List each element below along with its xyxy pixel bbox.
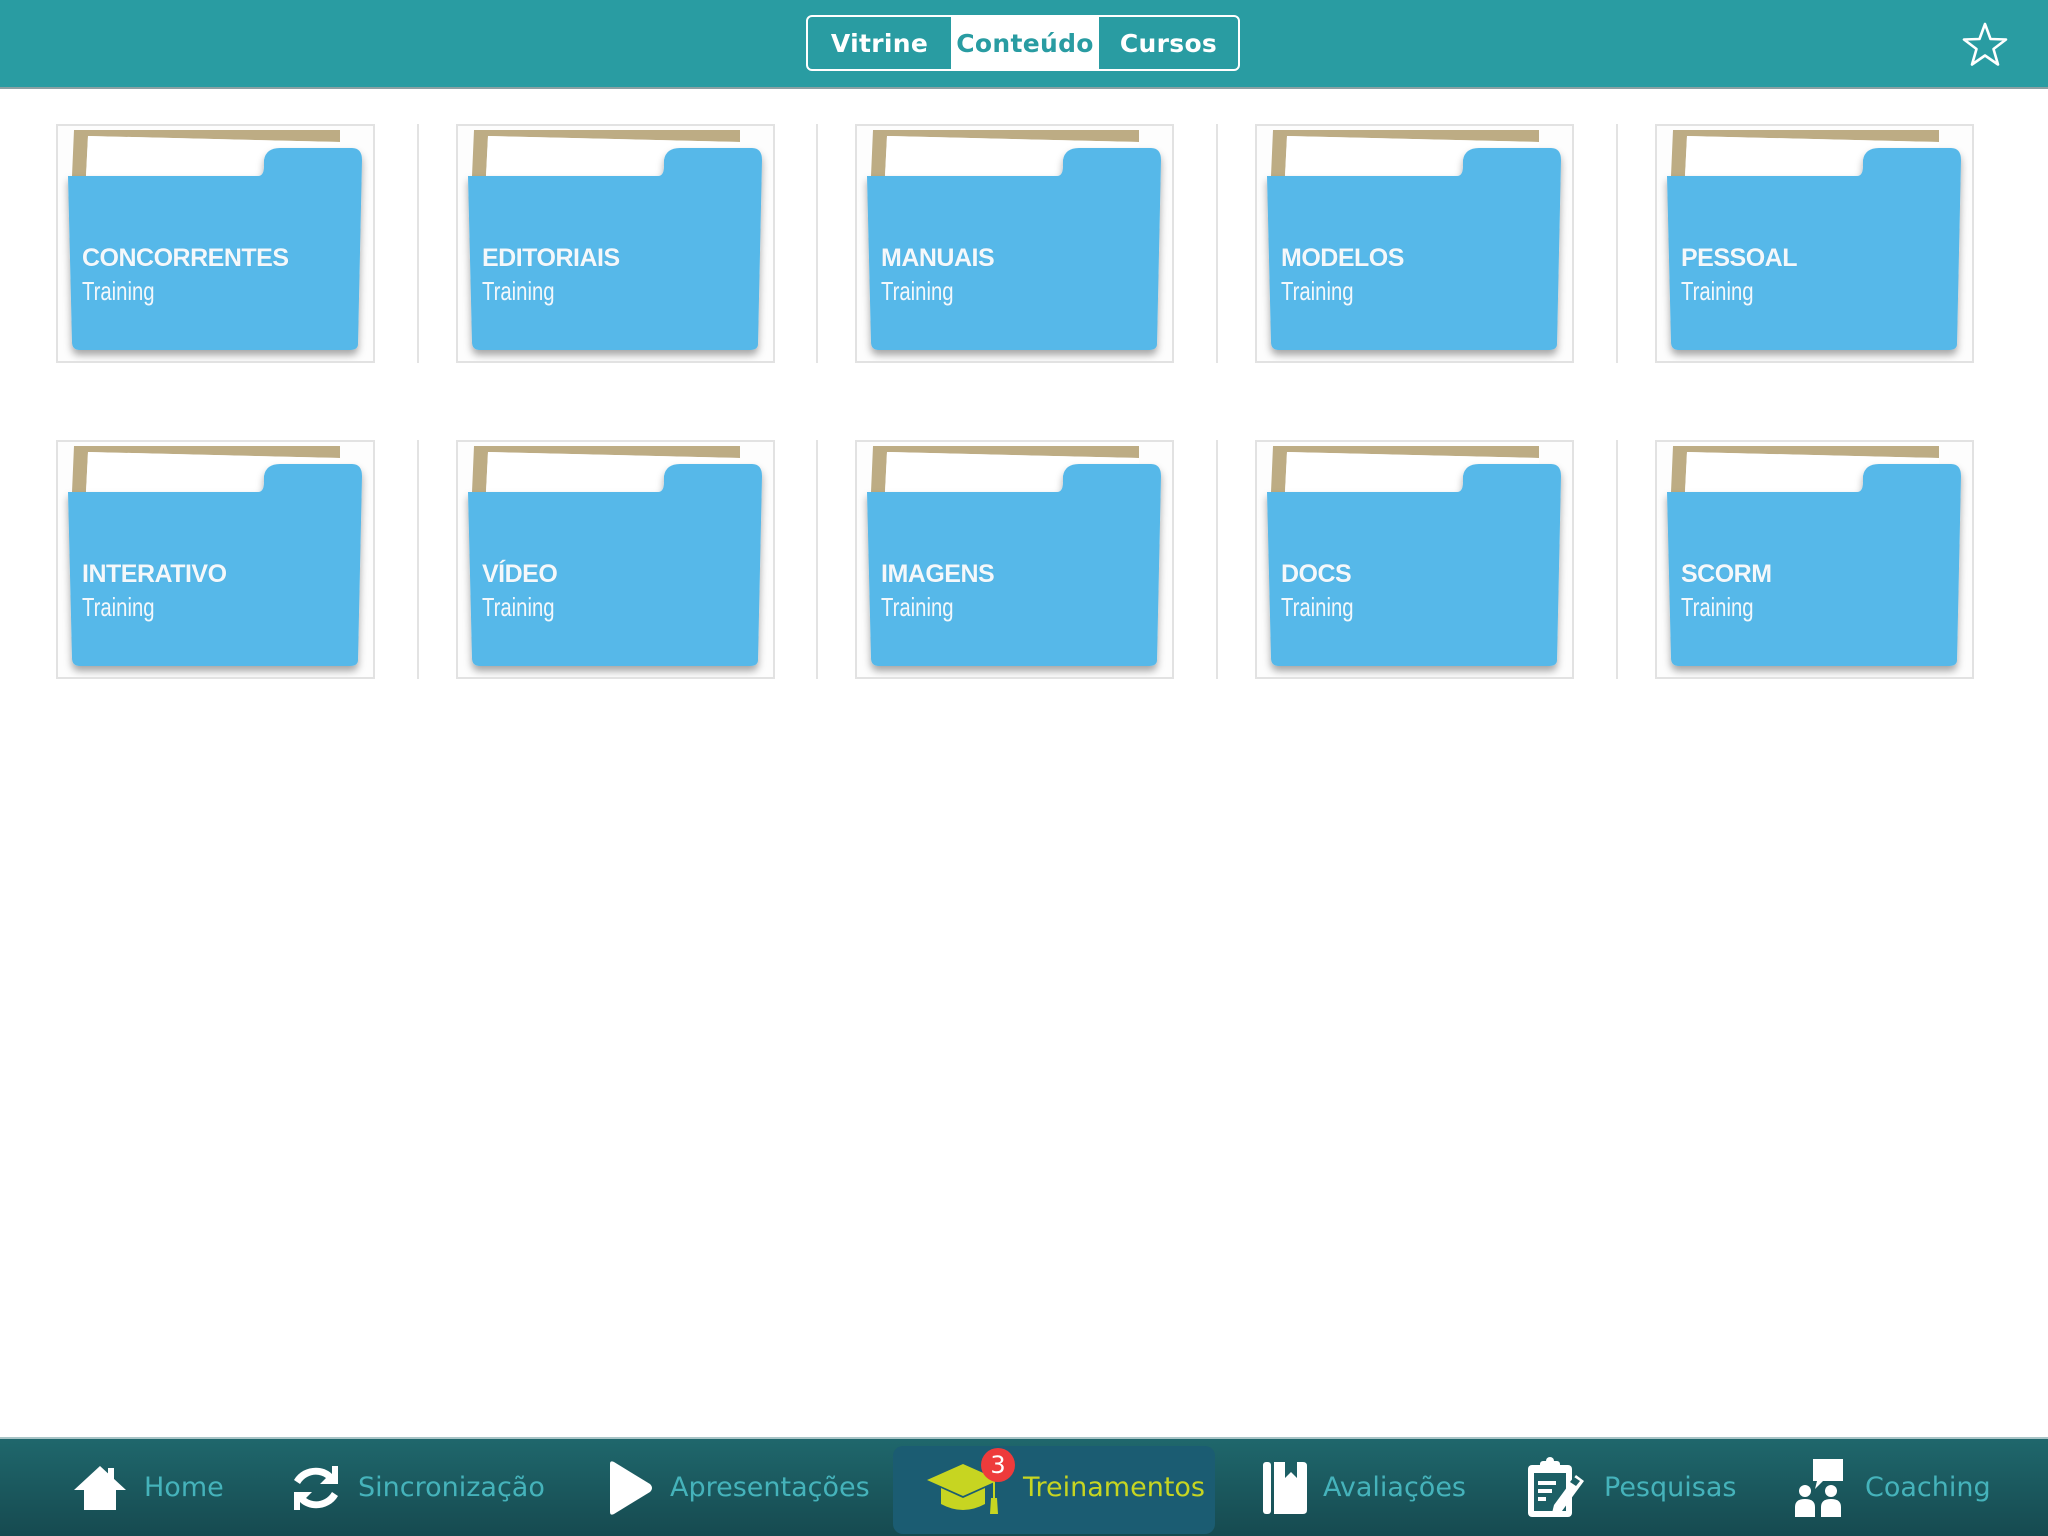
- folder-title: EDITORIAIS: [482, 244, 620, 272]
- segment-conteudo-label: Conteúdo: [956, 28, 1094, 58]
- sync-icon: [294, 1465, 338, 1510]
- grid-divider: [816, 440, 818, 679]
- folder-tile[interactable]: CONCORRENTES Training: [56, 124, 375, 363]
- tab-treinamentos-label: Treinamentos: [1023, 1472, 1205, 1503]
- play-icon: [610, 1460, 652, 1515]
- grid-divider: [417, 440, 419, 679]
- folder-subtitle: Training: [1281, 276, 1354, 306]
- tab-pesquisas[interactable]: Pesquisas: [1526, 1439, 1736, 1536]
- segment-cursos[interactable]: Cursos: [1099, 17, 1238, 69]
- folder-tile[interactable]: INTERATIVO Training: [56, 440, 375, 679]
- folder-subtitle: Training: [1681, 276, 1754, 306]
- home-icon: [74, 1465, 126, 1510]
- folder-title: CONCORRENTES: [82, 244, 289, 272]
- tab-avaliacoes-label: Avaliações: [1323, 1472, 1467, 1503]
- grid-divider: [1616, 440, 1618, 679]
- folder-subtitle: Training: [482, 592, 555, 622]
- folder-title: DOCS: [1281, 560, 1352, 588]
- tab-apresentacoes[interactable]: Apresentações: [606, 1439, 870, 1536]
- folder-tile[interactable]: DOCS Training: [1255, 440, 1574, 679]
- star-outline-icon: [1962, 22, 2008, 66]
- folder-tile[interactable]: EDITORIAIS Training: [456, 124, 775, 363]
- coaching-icon: [1795, 1458, 1843, 1517]
- grid-divider: [1216, 440, 1218, 679]
- tab-treinamentos[interactable]: Treinamentos 3: [925, 1439, 1205, 1536]
- folder-tile[interactable]: MODELOS Training: [1255, 124, 1574, 363]
- folder-title: IMAGENS: [881, 560, 995, 588]
- tab-pesquisas-label: Pesquisas: [1604, 1472, 1737, 1503]
- folder-subtitle: Training: [82, 592, 155, 622]
- folder-title: VÍDEO: [482, 560, 558, 588]
- book-icon: [1263, 1461, 1307, 1514]
- grid-divider: [816, 124, 818, 363]
- bottom-tab-bar: Home Sincronização Apresentações Treinam…: [0, 1437, 2048, 1536]
- grid-divider: [1616, 124, 1618, 363]
- tab-home-label: Home: [144, 1472, 224, 1503]
- favorites-button[interactable]: [1960, 20, 2010, 70]
- content-segmented-control: Vitrine Conteúdo Cursos: [806, 15, 1240, 71]
- tab-coaching[interactable]: Coaching: [1793, 1439, 1991, 1536]
- folder-subtitle: Training: [1281, 592, 1354, 622]
- folder-subtitle: Training: [881, 592, 954, 622]
- tab-avaliacoes[interactable]: Avaliações: [1263, 1439, 1466, 1536]
- tab-coaching-label: Coaching: [1865, 1472, 1991, 1503]
- folder-title: SCORM: [1681, 560, 1772, 588]
- tab-sincronizacao-label: Sincronização: [358, 1472, 545, 1503]
- folder-title: MODELOS: [1281, 244, 1404, 272]
- tab-apresentacoes-label: Apresentações: [670, 1472, 870, 1503]
- notification-badge: 3: [981, 1448, 1015, 1482]
- folder-tile[interactable]: SCORM Training: [1655, 440, 1974, 679]
- folder-subtitle: Training: [1681, 592, 1754, 622]
- segment-vitrine[interactable]: Vitrine: [808, 17, 951, 69]
- grid-divider: [1216, 124, 1218, 363]
- folder-subtitle: Training: [482, 276, 555, 306]
- tab-sincronizacao[interactable]: Sincronização: [290, 1439, 545, 1536]
- folder-tile[interactable]: VÍDEO Training: [456, 440, 775, 679]
- folder-title: PESSOAL: [1681, 244, 1797, 272]
- folder-subtitle: Training: [881, 276, 954, 306]
- folder-tile[interactable]: MANUAIS Training: [855, 124, 1174, 363]
- folder-title: MANUAIS: [881, 244, 995, 272]
- folder-subtitle: Training: [82, 276, 155, 306]
- folder-tile[interactable]: PESSOAL Training: [1655, 124, 1974, 363]
- tab-home[interactable]: Home: [72, 1439, 224, 1536]
- folder-title: INTERATIVO: [82, 560, 227, 588]
- segment-conteudo[interactable]: Conteúdo: [951, 17, 1099, 69]
- grid-divider: [417, 124, 419, 363]
- folder-tile[interactable]: IMAGENS Training: [855, 440, 1174, 679]
- clipboard-edit-icon: [1528, 1456, 1584, 1517]
- top-bar: Vitrine Conteúdo Cursos: [0, 0, 2048, 89]
